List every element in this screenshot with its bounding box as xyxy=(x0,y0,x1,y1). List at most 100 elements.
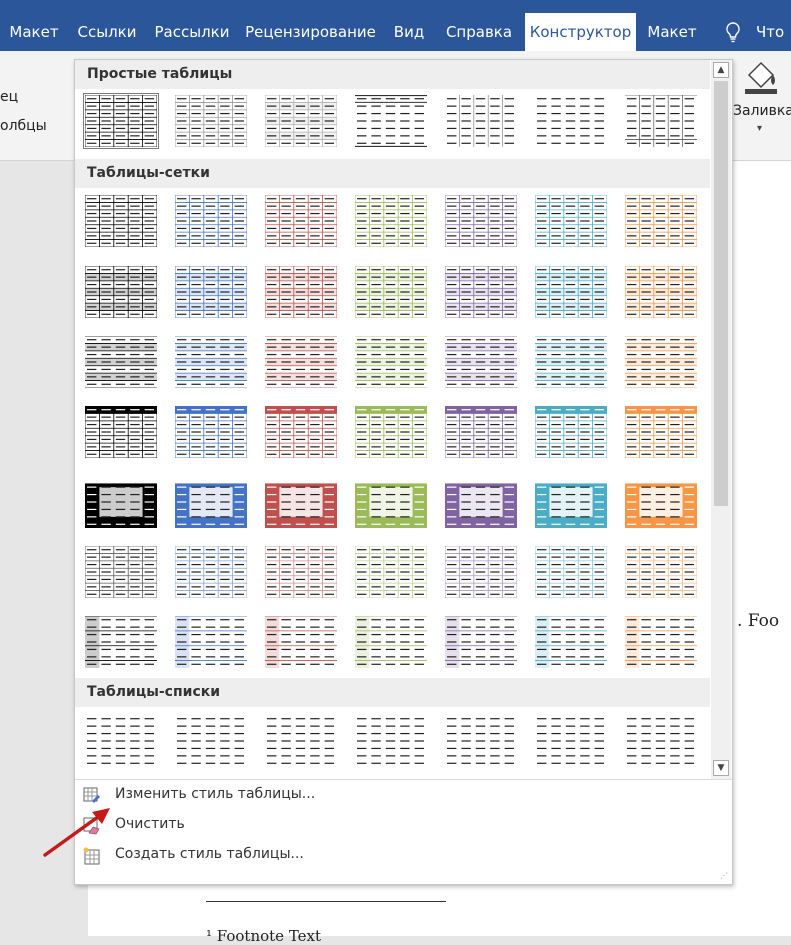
chevron-down-icon: ▾ xyxy=(757,123,763,134)
style-list-7[interactable] xyxy=(625,715,697,767)
style-plain-4[interactable] xyxy=(355,95,427,147)
style-grid-r2-c7[interactable] xyxy=(625,266,697,318)
paint-bucket-icon xyxy=(745,61,777,94)
style-grid-r3-c4[interactable] xyxy=(355,336,427,388)
tell-me[interactable]: Что в xyxy=(718,13,791,79)
style-grid-r2-c5[interactable] xyxy=(445,266,517,318)
style-grid-r3-c3[interactable] xyxy=(265,336,337,388)
style-grid-r5-c4[interactable] xyxy=(355,476,427,528)
ribbon-tabs: Макет Ссылки Рассылки Рецензирование Вид… xyxy=(0,0,791,79)
tab-design[interactable]: Конструктор xyxy=(525,13,636,51)
style-grid-r1-c7[interactable] xyxy=(625,195,697,247)
style-grid-r1-c4[interactable] xyxy=(355,195,427,247)
style-list-4[interactable] xyxy=(355,715,427,767)
style-grid-r5-c6[interactable] xyxy=(535,476,607,528)
shading-button[interactable]: Заливка ▾ xyxy=(731,55,791,147)
style-grid-r5-c1[interactable] xyxy=(85,476,157,528)
style-list-1[interactable] xyxy=(85,715,157,767)
style-grid-r5-c7[interactable] xyxy=(625,476,697,528)
style-grid-r4-c3[interactable] xyxy=(265,406,337,458)
style-grid-r2-c1[interactable] xyxy=(85,266,157,318)
style-grid-r7-c2[interactable] xyxy=(175,616,247,668)
shading-label: Заливка xyxy=(733,103,791,119)
modify-table-style-label: Изменить стиль таблицы... xyxy=(115,786,316,802)
ribbon-left-text-2: олбцы xyxy=(0,118,47,134)
style-list-2[interactable] xyxy=(175,715,247,767)
clear-style-item[interactable]: Очистить xyxy=(81,811,721,841)
style-list-3[interactable] xyxy=(265,715,337,767)
styles-grid: Простые таблицы Таблицы-сетки Таблицы-сп… xyxy=(75,60,710,779)
style-plain-1[interactable] xyxy=(83,93,159,149)
new-table-style-item[interactable]: Создать стиль таблицы... xyxy=(81,841,721,871)
section-grid-tables-title: Таблицы-сетки xyxy=(87,165,210,181)
tab-view[interactable]: Вид xyxy=(383,13,435,51)
style-grid-r4-c5[interactable] xyxy=(445,406,517,458)
tab-layout[interactable]: Макет xyxy=(0,13,68,51)
style-plain-3[interactable] xyxy=(265,95,337,147)
style-grid-r6-c5[interactable] xyxy=(445,546,517,598)
style-grid-r5-c5[interactable] xyxy=(445,476,517,528)
style-grid-r6-c2[interactable] xyxy=(175,546,247,598)
style-list-5[interactable] xyxy=(445,715,517,767)
style-grid-r4-c6[interactable] xyxy=(535,406,607,458)
scroll-thumb[interactable] xyxy=(714,81,728,506)
document-text: . Foo xyxy=(737,611,780,631)
style-grid-r2-c3[interactable] xyxy=(265,266,337,318)
modify-table-style-item[interactable]: Изменить стиль таблицы... xyxy=(81,781,721,811)
style-grid-r7-c7[interactable] xyxy=(625,616,697,668)
style-grid-r4-c4[interactable] xyxy=(355,406,427,458)
scroll-up-button[interactable]: ▲ xyxy=(713,62,729,78)
section-grid-tables: Таблицы-сетки xyxy=(75,159,710,188)
style-grid-r2-c6[interactable] xyxy=(535,266,607,318)
tab-help[interactable]: Справка xyxy=(435,13,523,51)
style-grid-r4-c2[interactable] xyxy=(175,406,247,458)
style-plain-7[interactable] xyxy=(625,95,697,147)
style-grid-r5-c3[interactable] xyxy=(265,476,337,528)
style-plain-5[interactable] xyxy=(445,95,517,147)
scroll-down-button[interactable]: ▼ xyxy=(713,760,729,776)
new-table-style-label: Создать стиль таблицы... xyxy=(115,846,304,862)
style-grid-r7-c1[interactable] xyxy=(85,616,157,668)
footnote-separator xyxy=(206,901,446,902)
style-grid-r3-c7[interactable] xyxy=(625,336,697,388)
style-plain-6[interactable] xyxy=(535,95,607,147)
gallery-scrollbar[interactable]: ▲ ▼ xyxy=(711,60,731,779)
style-grid-r3-c6[interactable] xyxy=(535,336,607,388)
style-grid-r3-c5[interactable] xyxy=(445,336,517,388)
style-grid-r6-c1[interactable] xyxy=(85,546,157,598)
style-grid-r2-c2[interactable] xyxy=(175,266,247,318)
tab-review[interactable]: Рецензирование xyxy=(238,13,383,51)
menu-separator xyxy=(75,779,732,780)
style-grid-r7-c6[interactable] xyxy=(535,616,607,668)
tab-mailings[interactable]: Рассылки xyxy=(146,13,238,51)
style-grid-r6-c6[interactable] xyxy=(535,546,607,598)
lightbulb-icon xyxy=(726,22,740,43)
style-grid-r7-c4[interactable] xyxy=(355,616,427,668)
style-grid-r3-c1[interactable] xyxy=(85,336,157,388)
style-grid-r3-c2[interactable] xyxy=(175,336,247,388)
section-list-tables-title: Таблицы-списки xyxy=(87,684,221,700)
style-grid-r5-c2[interactable] xyxy=(175,476,247,528)
style-list-6[interactable] xyxy=(535,715,607,767)
style-grid-r1-c1[interactable] xyxy=(85,195,157,247)
style-grid-r4-c1[interactable] xyxy=(85,406,157,458)
style-grid-r1-c2[interactable] xyxy=(175,195,247,247)
style-grid-r1-c3[interactable] xyxy=(265,195,337,247)
style-grid-r1-c6[interactable] xyxy=(535,195,607,247)
style-grid-r6-c7[interactable] xyxy=(625,546,697,598)
style-grid-r7-c5[interactable] xyxy=(445,616,517,668)
tab-table-layout[interactable]: Макет xyxy=(638,13,706,51)
style-plain-2[interactable] xyxy=(175,95,247,147)
resize-grip-icon[interactable]: ⋰ xyxy=(720,871,728,880)
red-arrow-annotation xyxy=(43,808,110,857)
style-grid-r6-c3[interactable] xyxy=(265,546,337,598)
style-grid-r2-c4[interactable] xyxy=(355,266,427,318)
style-grid-r1-c5[interactable] xyxy=(445,195,517,247)
style-grid-r4-c7[interactable] xyxy=(625,406,697,458)
footnote-text: ¹ Footnote Text xyxy=(206,927,322,945)
section-plain-tables-title: Простые таблицы xyxy=(87,66,233,82)
style-grid-r6-c4[interactable] xyxy=(355,546,427,598)
tab-references[interactable]: Ссылки xyxy=(68,13,146,51)
ribbon-left-text-1: ец xyxy=(0,89,19,105)
style-grid-r7-c3[interactable] xyxy=(265,616,337,668)
